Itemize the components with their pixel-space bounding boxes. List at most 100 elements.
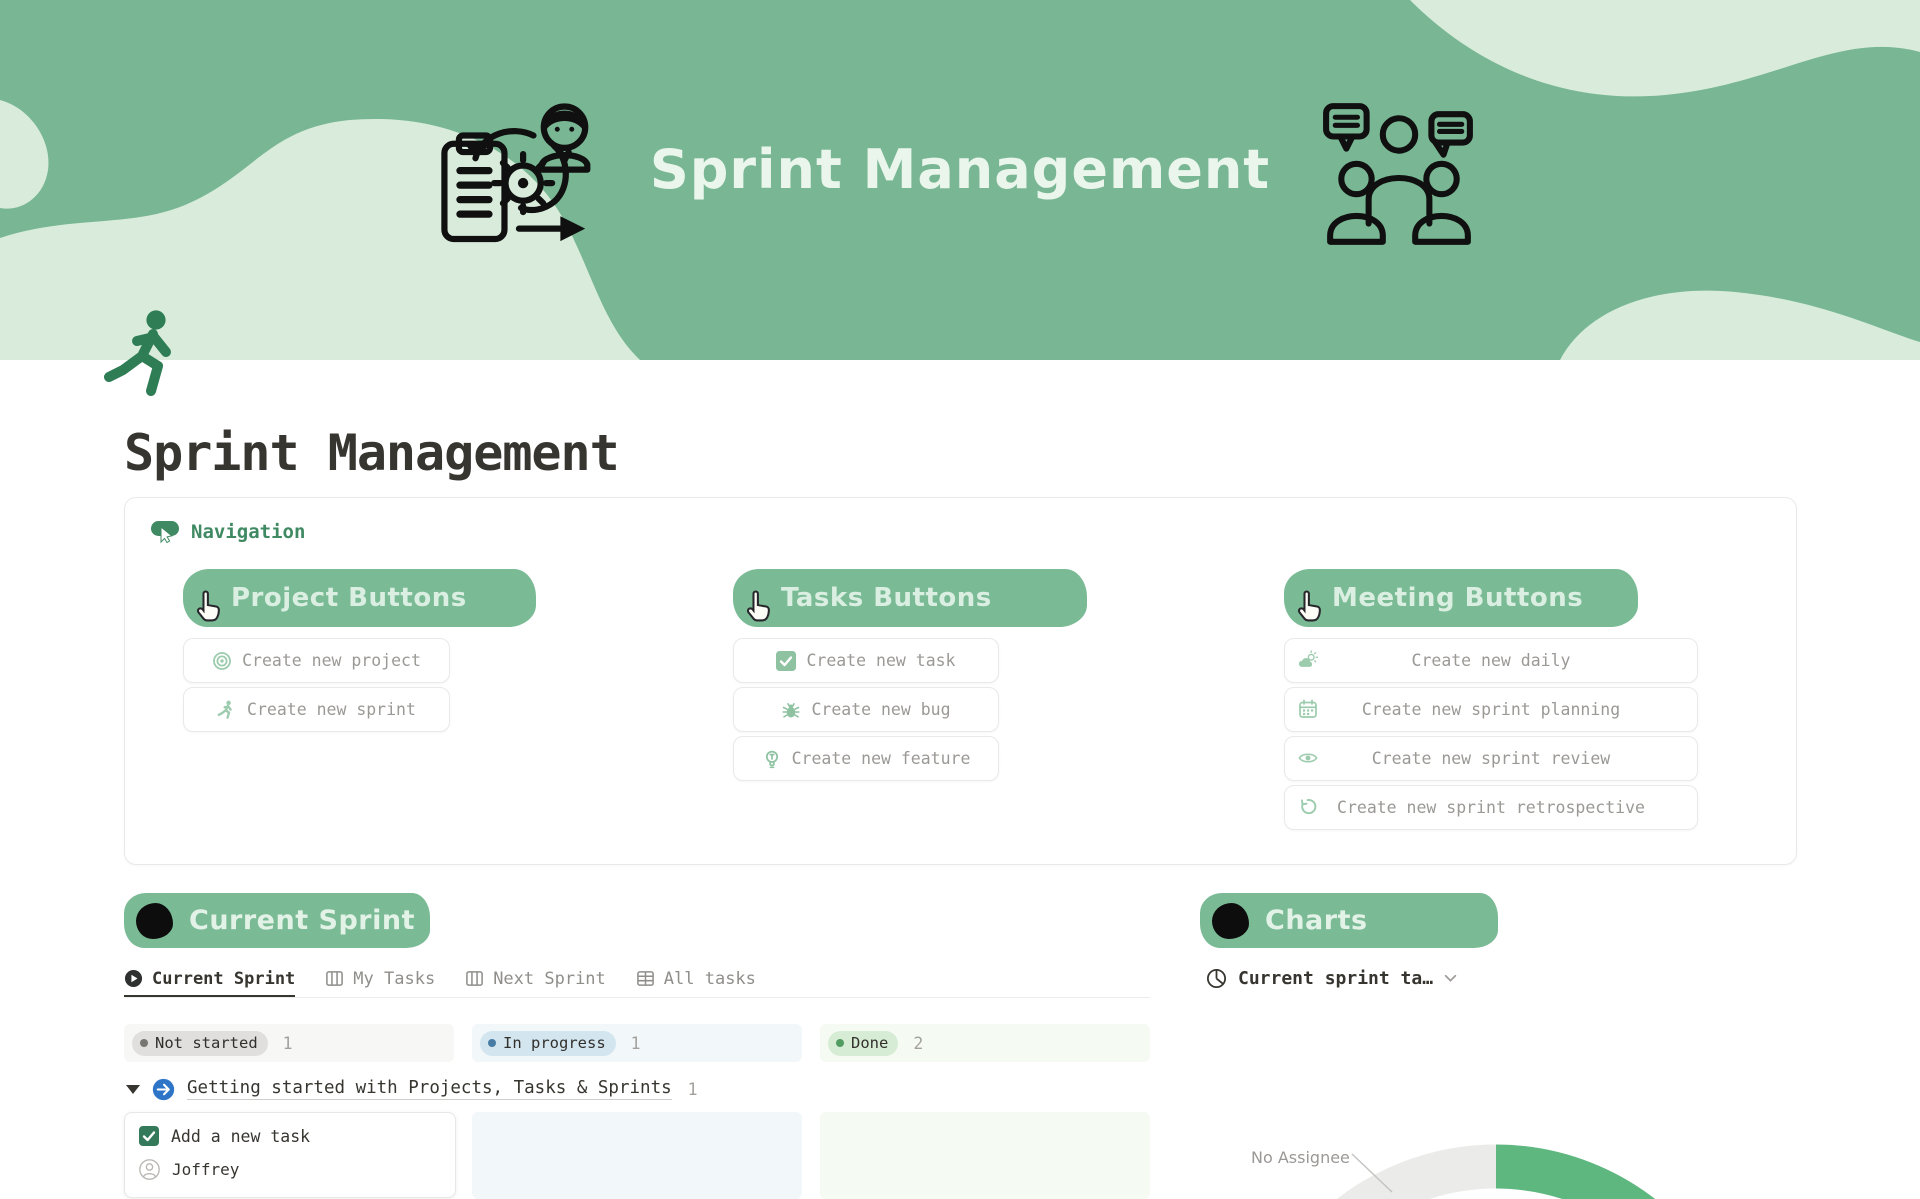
column-header-done: Done 2 — [820, 1024, 1150, 1062]
meeting-buttons-heading: Meeting Buttons — [1284, 569, 1638, 627]
create-new-project-button[interactable]: Create new project — [183, 638, 450, 683]
tab-label: Current Sprint — [152, 969, 295, 989]
task-checkbox-icon[interactable] — [139, 1126, 159, 1146]
charts-heading-label: Charts — [1265, 905, 1368, 936]
hand-cursor-icon — [1290, 589, 1326, 627]
column-body-done — [820, 1112, 1150, 1199]
create-new-bug-label: Create new bug — [811, 700, 950, 719]
sun-cloud-icon — [1298, 650, 1318, 670]
tab-label: Next Sprint — [493, 969, 606, 989]
create-new-daily-label: Create new daily — [1412, 651, 1571, 670]
tasks-buttons-heading: Tasks Buttons — [733, 569, 1087, 627]
tab-next-sprint[interactable]: Next Sprint — [465, 962, 606, 998]
hand-cursor-icon — [739, 589, 775, 627]
chart-selector[interactable]: Current sprint ta… — [1206, 963, 1457, 993]
lightbulb-icon — [762, 749, 782, 769]
tab-all-tasks[interactable]: All tasks — [636, 962, 756, 998]
tab-label: All tasks — [664, 969, 756, 989]
column-count: 1 — [283, 1034, 293, 1053]
cover-banner: Sprint Management — [0, 0, 1920, 360]
board-view-tabs: Current Sprint My Tasks Next Sprint All … — [124, 962, 756, 998]
play-circle-icon — [124, 969, 143, 988]
assignee-avatar-icon — [139, 1159, 160, 1180]
status-pill-not-started[interactable]: Not started — [132, 1031, 268, 1056]
create-new-sprint-retrospective-button[interactable]: Create new sprint retrospective — [1284, 785, 1698, 830]
tasks-buttons-heading-label: Tasks Buttons — [781, 583, 992, 613]
retro-arrow-icon — [1298, 797, 1318, 817]
banner-title: Sprint Management — [620, 138, 1300, 201]
create-new-bug-button[interactable]: Create new bug — [733, 687, 999, 732]
sprint-management-page: Sprint Management — [0, 0, 1920, 1199]
hand-cursor-icon — [189, 589, 225, 627]
create-new-task-button[interactable]: Create new task — [733, 638, 999, 683]
status-dot — [836, 1039, 844, 1047]
column-header-not-started: Not started 1 — [124, 1024, 454, 1062]
navigation-card: Navigation Project Buttons Create new pr… — [124, 497, 1797, 865]
blob-icon — [136, 903, 173, 939]
status-pill-done[interactable]: Done — [828, 1031, 898, 1056]
sprint-group-row: Getting started with Projects, Tasks & S… — [126, 1074, 698, 1104]
task-card[interactable]: Add a new task Joffrey — [124, 1112, 456, 1198]
table-icon — [636, 969, 655, 988]
tab-current-sprint[interactable]: Current Sprint — [124, 962, 295, 998]
sprint-group-count: 1 — [688, 1080, 698, 1099]
status-dot — [140, 1039, 148, 1047]
create-new-sprint-review-button[interactable]: Create new sprint review — [1284, 736, 1698, 781]
create-new-task-label: Create new task — [806, 651, 955, 670]
create-new-sprint-button[interactable]: Create new sprint — [183, 687, 450, 732]
cursor-click-icon — [151, 520, 179, 544]
create-new-feature-label: Create new feature — [792, 749, 971, 768]
target-icon — [212, 651, 232, 671]
arrow-circle-icon — [152, 1078, 175, 1101]
status-label: Not started — [155, 1034, 258, 1052]
create-new-sprint-planning-label: Create new sprint planning — [1362, 700, 1620, 719]
toggle-triangle-icon[interactable] — [126, 1085, 140, 1094]
chart-selector-label: Current sprint ta… — [1238, 968, 1433, 989]
eye-icon — [1298, 748, 1318, 768]
project-buttons-heading-label: Project Buttons — [231, 583, 467, 613]
navigation-heading-label: Navigation — [191, 521, 305, 543]
column-header-in-progress: In progress 1 — [472, 1024, 802, 1062]
current-sprint-section-heading[interactable]: Current Sprint — [124, 893, 430, 948]
tab-label: My Tasks — [353, 969, 435, 989]
create-new-feature-button[interactable]: Create new feature — [733, 736, 999, 781]
board-icon — [465, 969, 484, 988]
assignee-name: Joffrey — [172, 1160, 239, 1179]
status-label: Done — [851, 1034, 888, 1052]
navigation-heading: Navigation — [151, 520, 305, 544]
status-pill-in-progress[interactable]: In progress — [480, 1031, 616, 1056]
page-title: Sprint Management — [124, 424, 619, 482]
tab-my-tasks[interactable]: My Tasks — [325, 962, 435, 998]
board-icon — [325, 969, 344, 988]
bug-icon — [781, 700, 801, 720]
assignee-donut-chart — [1193, 1084, 1853, 1199]
project-buttons-heading: Project Buttons — [183, 569, 536, 627]
column-count: 2 — [913, 1034, 923, 1053]
runner-page-icon[interactable] — [100, 306, 192, 402]
charts-section-heading[interactable]: Charts — [1200, 893, 1498, 948]
calendar-icon — [1298, 699, 1318, 719]
create-new-sprint-label: Create new sprint — [247, 700, 416, 719]
pie-chart-icon — [1206, 968, 1227, 989]
blob-icon — [1212, 903, 1249, 939]
status-dot — [488, 1039, 496, 1047]
create-new-sprint-review-label: Create new sprint review — [1372, 749, 1610, 768]
task-card-title: Add a new task — [171, 1127, 310, 1146]
agile-sprint-illustration-icon — [432, 92, 608, 268]
meeting-illustration-icon — [1318, 98, 1480, 260]
status-label: In progress — [503, 1034, 606, 1052]
donut-callout-line — [1352, 1154, 1392, 1192]
meeting-buttons-heading-label: Meeting Buttons — [1332, 583, 1583, 613]
sprint-group-title[interactable]: Getting started with Projects, Tasks & S… — [187, 1078, 672, 1100]
column-body-in-progress — [472, 1112, 802, 1199]
chevron-down-icon — [1444, 974, 1457, 983]
tabs-divider — [124, 997, 1150, 998]
create-new-sprint-retrospective-label: Create new sprint retrospective — [1337, 798, 1645, 817]
create-new-project-label: Create new project — [242, 651, 421, 670]
create-new-daily-button[interactable]: Create new daily — [1284, 638, 1698, 683]
donut-segment-label: No Assignee — [1251, 1148, 1350, 1167]
current-sprint-heading-label: Current Sprint — [189, 905, 415, 936]
create-new-sprint-planning-button[interactable]: Create new sprint planning — [1284, 687, 1698, 732]
checkbox-icon — [776, 651, 796, 671]
runner-icon — [217, 700, 237, 720]
